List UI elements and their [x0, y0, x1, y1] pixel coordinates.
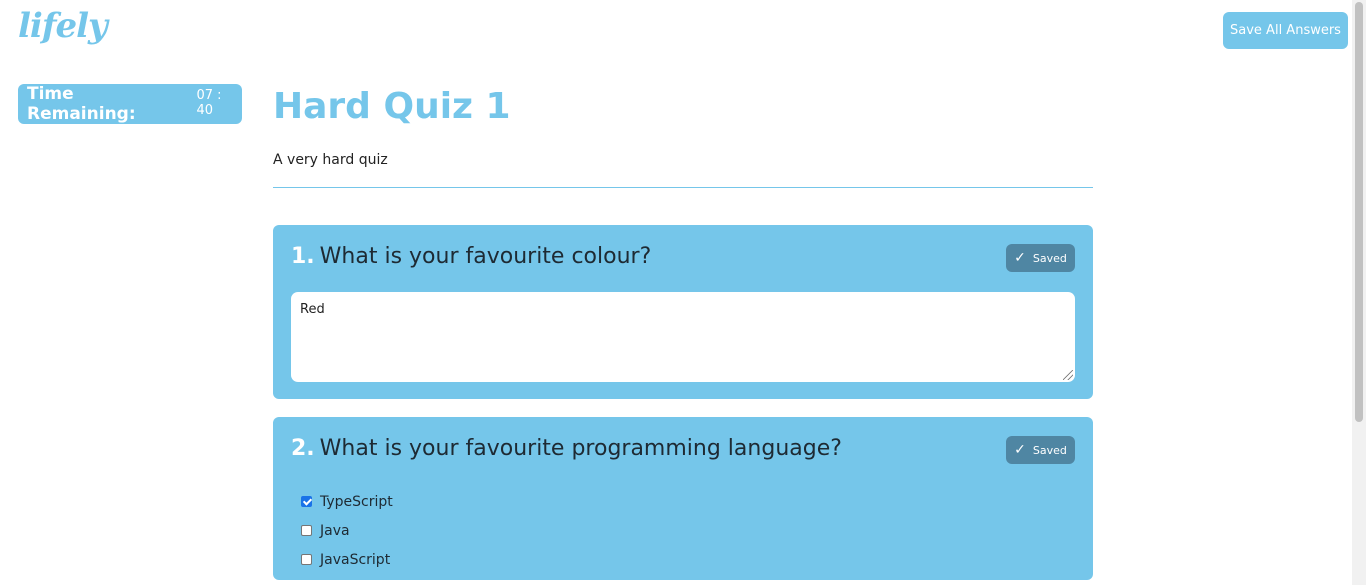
question-text: What is your favourite colour?	[319, 244, 652, 269]
save-all-answers-button[interactable]: Save All Answers	[1223, 12, 1348, 49]
checkbox-javascript[interactable]	[301, 554, 312, 565]
saved-badge: ✓ Saved	[1006, 436, 1075, 464]
scrollbar-thumb[interactable]	[1355, 2, 1363, 422]
saved-label: Saved	[1032, 251, 1067, 265]
divider	[273, 187, 1093, 188]
check-icon: ✓	[1014, 442, 1026, 458]
checkbox-java[interactable]	[301, 525, 312, 536]
option-label: Java	[320, 522, 350, 539]
quiz-description: A very hard quiz	[273, 152, 388, 168]
saved-badge: ✓ Saved	[1006, 244, 1075, 272]
saved-label: Saved	[1032, 443, 1067, 457]
logo[interactable]: lifely	[18, 6, 108, 46]
question-card-2: 2. What is your favourite programming la…	[273, 417, 1093, 580]
option-list: TypeScript Java JavaScript	[301, 487, 393, 574]
answer-textarea[interactable]: Red	[291, 292, 1075, 382]
check-icon: ✓	[1014, 250, 1026, 266]
question-number: 1.	[291, 244, 315, 269]
question-card-1: 1. What is your favourite colour? ✓ Save…	[273, 225, 1093, 399]
quiz-page: lifely Save All Answers Time Remaining: …	[0, 0, 1366, 585]
answer-text: Red	[300, 302, 325, 317]
option-java[interactable]: Java	[301, 516, 393, 545]
question-heading: 2. What is your favourite programming la…	[291, 436, 842, 461]
page-title: Hard Quiz 1	[273, 86, 511, 127]
resize-handle-icon[interactable]	[1063, 370, 1073, 380]
option-label: TypeScript	[320, 493, 393, 510]
question-number: 2.	[291, 436, 315, 461]
time-remaining-panel: Time Remaining: 07 : 40	[18, 84, 242, 124]
timer-value: 07 : 40	[196, 88, 222, 118]
page-scrollbar[interactable]	[1352, 0, 1366, 585]
checkbox-typescript[interactable]	[301, 496, 312, 507]
timer-label: Time Remaining:	[27, 84, 136, 124]
question-heading: 1. What is your favourite colour?	[291, 244, 651, 269]
option-label: JavaScript	[320, 551, 391, 568]
question-text: What is your favourite programming langu…	[319, 436, 842, 461]
option-javascript[interactable]: JavaScript	[301, 545, 393, 574]
option-typescript[interactable]: TypeScript	[301, 487, 393, 516]
